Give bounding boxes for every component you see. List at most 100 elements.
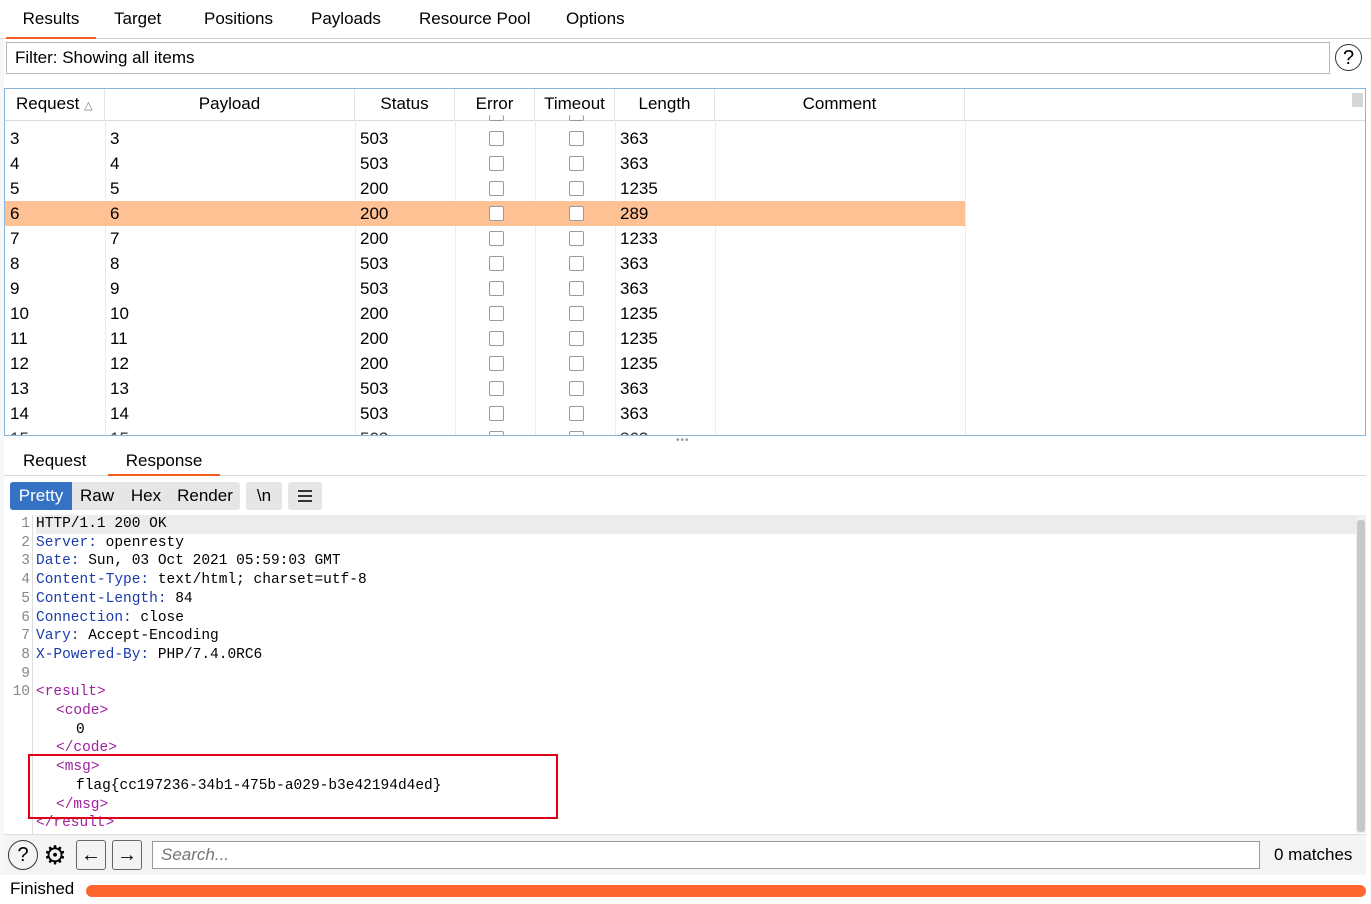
hex-button[interactable]: Hex <box>124 482 168 510</box>
cell-length: 363 <box>620 279 649 298</box>
cell-request: 7 <box>10 229 20 248</box>
error-checkbox[interactable] <box>489 381 504 396</box>
error-checkbox[interactable] <box>489 331 504 346</box>
match-count: 0 matches <box>1274 845 1353 864</box>
arrow-left-icon[interactable]: ← <box>76 840 106 870</box>
cell-length: 1233 <box>620 229 658 248</box>
error-checkbox[interactable] <box>489 406 504 421</box>
timeout-checkbox[interactable] <box>569 131 584 146</box>
timeout-checkbox[interactable] <box>569 331 584 346</box>
table-row-partial[interactable]: 15 15 503 363 <box>5 426 965 435</box>
arrow-right-icon[interactable]: → <box>112 840 142 870</box>
timeout-checkbox[interactable] <box>569 406 584 421</box>
render-button[interactable]: Render <box>174 482 236 510</box>
cell-status: 503 <box>360 129 389 148</box>
tab-request[interactable]: Request <box>23 448 86 474</box>
menu-icon[interactable] <box>288 482 322 510</box>
filter-bar[interactable]: Filter: Showing all items <box>6 42 1330 74</box>
cell-request: 4 <box>10 154 20 173</box>
table-row-selected[interactable]: 6 6 200 289 <box>5 201 965 226</box>
timeout-checkbox[interactable] <box>569 181 584 196</box>
cell-request: 13 <box>10 379 29 398</box>
tab-target[interactable]: Target <box>114 0 161 37</box>
cell-payload: 9 <box>110 279 120 298</box>
error-checkbox[interactable] <box>489 131 504 146</box>
timeout-checkbox[interactable] <box>569 256 584 271</box>
tab-options[interactable]: Options <box>566 0 625 37</box>
timeout-checkbox[interactable] <box>569 356 584 371</box>
tab-positions[interactable]: Positions <box>204 0 273 37</box>
cell-payload: 5 <box>110 179 120 198</box>
cell-request: 12 <box>10 354 29 373</box>
table-row[interactable]: 4 4 503 363 <box>5 151 965 176</box>
error-checkbox[interactable] <box>489 156 504 171</box>
timeout-checkbox[interactable] <box>569 115 584 121</box>
pretty-button[interactable]: Pretty <box>10 482 72 510</box>
tab-results[interactable]: Results <box>6 0 96 39</box>
cell-length: 1235 <box>620 304 658 323</box>
error-checkbox[interactable] <box>489 306 504 321</box>
table-row[interactable]: 7 7 200 1233 <box>5 226 965 251</box>
timeout-checkbox[interactable] <box>569 306 584 321</box>
table-row[interactable]: 5 5 200 1235 <box>5 176 965 201</box>
table-row[interactable]: 3 3 503 363 <box>5 126 965 151</box>
column-header-payload[interactable]: Payload <box>105 89 355 120</box>
column-header-request[interactable]: Request △ <box>5 89 105 120</box>
timeout-checkbox[interactable] <box>569 281 584 296</box>
error-checkbox[interactable] <box>489 231 504 246</box>
timeout-checkbox[interactable] <box>569 156 584 171</box>
table-row[interactable]: 10 10 200 1235 <box>5 301 965 326</box>
table-row[interactable]: 11 11 200 1235 <box>5 326 965 351</box>
help-icon[interactable]: ? <box>1335 44 1362 71</box>
cell-request: 14 <box>10 404 29 423</box>
raw-button[interactable]: Raw <box>76 482 118 510</box>
tab-resource-pool[interactable]: Resource Pool <box>419 0 531 37</box>
error-checkbox[interactable] <box>489 206 504 221</box>
xml-code-value: 0 <box>76 721 85 738</box>
timeout-checkbox[interactable] <box>569 231 584 246</box>
cell-status: 200 <box>360 229 389 248</box>
top-tab-bar: Results Target Positions Payloads Resour… <box>0 0 1371 39</box>
timeout-checkbox[interactable] <box>569 381 584 396</box>
cell-payload: 8 <box>110 254 120 273</box>
line-number: 9 <box>21 665 30 682</box>
table-row[interactable]: 9 9 503 363 <box>5 276 965 301</box>
error-checkbox[interactable] <box>489 356 504 371</box>
table-row[interactable]: 8 8 503 363 <box>5 251 965 276</box>
column-header-status[interactable]: Status <box>355 89 455 120</box>
table-row[interactable]: 14 14 503 363 <box>5 401 965 426</box>
response-line: Server: openresty <box>36 534 184 551</box>
table-row[interactable]: 12 12 200 1235 <box>5 351 965 376</box>
tab-response[interactable]: Response <box>108 448 220 476</box>
column-header-length[interactable]: Length <box>615 89 715 120</box>
gear-icon[interactable]: ⚙ <box>40 840 70 870</box>
table-row[interactable]: 13 13 503 363 <box>5 376 965 401</box>
cell-payload: 7 <box>110 229 120 248</box>
help-icon[interactable]: ? <box>8 840 38 870</box>
error-checkbox[interactable] <box>489 431 504 435</box>
sort-ascending-icon: △ <box>84 100 93 112</box>
error-checkbox[interactable] <box>489 281 504 296</box>
line-number: 5 <box>21 590 30 607</box>
response-line: <result> <box>36 684 106 701</box>
cell-payload: 10 <box>110 304 129 323</box>
xml-code-open: <code> <box>56 703 109 719</box>
table-header: Request △ Payload Status Error Timeout L… <box>5 89 1365 121</box>
editor-scrollbar-thumb[interactable] <box>1357 520 1365 832</box>
error-checkbox[interactable] <box>489 181 504 196</box>
line-number: 3 <box>21 553 30 570</box>
response-line: Date: Sun, 03 Oct 2021 05:59:03 GMT <box>36 553 341 570</box>
timeout-checkbox[interactable] <box>569 431 584 435</box>
newline-toggle-button[interactable]: \n <box>246 482 282 510</box>
cell-length: 1235 <box>620 179 658 198</box>
column-header-comment[interactable]: Comment <box>715 89 965 120</box>
cell-status: 200 <box>360 329 389 348</box>
tab-payloads[interactable]: Payloads <box>311 0 381 37</box>
error-checkbox[interactable] <box>489 115 504 121</box>
search-input[interactable] <box>152 841 1260 869</box>
flag-highlight-box <box>28 754 558 819</box>
error-checkbox[interactable] <box>489 256 504 271</box>
timeout-checkbox[interactable] <box>569 206 584 221</box>
cell-status: 200 <box>360 304 389 323</box>
table-scrollbar[interactable] <box>1352 93 1363 107</box>
